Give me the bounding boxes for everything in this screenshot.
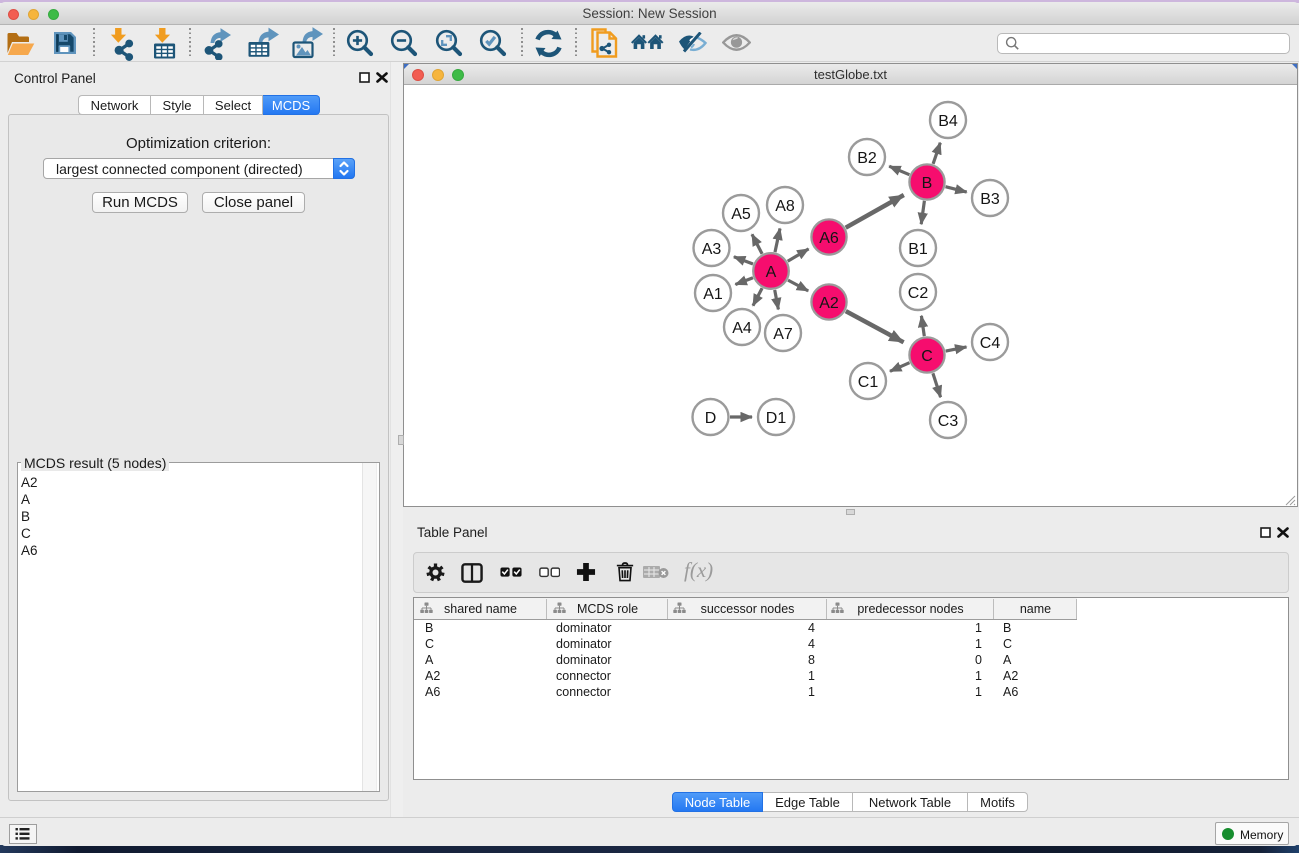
- svg-text:A: A: [766, 264, 777, 281]
- svg-text:C1: C1: [858, 374, 879, 391]
- svg-text:A3: A3: [702, 241, 722, 258]
- svg-text:A2: A2: [819, 295, 839, 312]
- svg-text:A1: A1: [703, 286, 723, 303]
- svg-text:B2: B2: [857, 150, 877, 167]
- svg-text:A4: A4: [732, 320, 752, 337]
- svg-text:B1: B1: [908, 241, 928, 258]
- svg-text:A5: A5: [731, 206, 751, 223]
- svg-text:B: B: [922, 175, 933, 192]
- svg-text:D1: D1: [766, 410, 787, 427]
- svg-text:A6: A6: [819, 230, 839, 247]
- svg-text:A8: A8: [775, 198, 795, 215]
- svg-text:B3: B3: [980, 191, 1000, 208]
- svg-text:B4: B4: [938, 113, 958, 130]
- svg-text:C3: C3: [938, 413, 959, 430]
- svg-text:C2: C2: [908, 285, 929, 302]
- svg-text:D: D: [705, 410, 717, 427]
- svg-text:C4: C4: [980, 335, 1001, 352]
- svg-text:C: C: [921, 348, 933, 365]
- svg-text:A7: A7: [773, 326, 793, 343]
